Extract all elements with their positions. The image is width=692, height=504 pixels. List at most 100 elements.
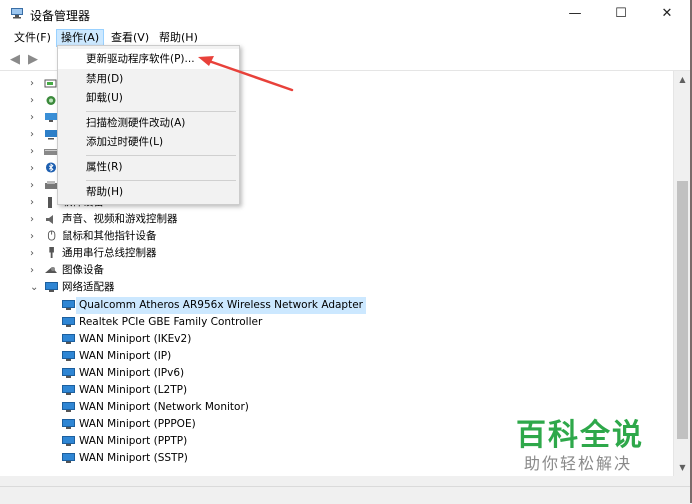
adapter-label: WAN Miniport (IP) [79, 350, 172, 362]
network-adapter-icon [45, 282, 58, 292]
adapter-row-wan-sstp[interactable]: WAN Miniport (SSTP) [0, 450, 400, 467]
tree-row-collapsed-3[interactable]: › [0, 109, 60, 126]
menu-item-label: 帮助(H) [86, 186, 124, 198]
adapter-label: Qualcomm Atheros AR956x Wireless Network… [76, 297, 366, 314]
tree-row-imaging[interactable]: › 图像设备 [0, 262, 300, 279]
biometric-icon [46, 96, 56, 105]
watermark-subtitle: 助你轻松解决 [524, 454, 633, 473]
adapter-label: WAN Miniport (SSTP) [79, 452, 188, 464]
category-label: 图像设备 [62, 264, 104, 276]
adapter-row-realtek[interactable]: Realtek PCIe GBE Family Controller [0, 314, 400, 331]
horizontal-scrollbar[interactable] [0, 476, 692, 486]
menu-item-label: 属性(R) [86, 161, 123, 173]
tree-row-collapsed-6[interactable]: › [0, 160, 60, 177]
menu-add-legacy[interactable]: 添加过时硬件(L) [58, 132, 239, 152]
menu-view[interactable]: 查看(V) [107, 30, 153, 46]
usb-icon [49, 247, 54, 258]
menu-uninstall[interactable]: 卸载(U) [58, 88, 239, 108]
keyboard-icon [44, 149, 58, 155]
adapter-row-wan-pppoe[interactable]: WAN Miniport (PPPOE) [0, 416, 400, 433]
chevron-right-icon[interactable]: › [30, 228, 40, 245]
menu-properties[interactable]: 属性(R) [58, 157, 239, 177]
menu-update-driver[interactable]: 更新驱动程序软件(P)... [58, 49, 239, 69]
network-adapter-icon [62, 385, 75, 395]
chevron-right-icon[interactable]: › [30, 211, 40, 228]
vertical-scrollbar[interactable]: ▲ ▼ [673, 71, 691, 476]
adapter-row-wan-ip[interactable]: WAN Miniport (IP) [0, 348, 400, 365]
tree-row-collapsed-2[interactable]: › [0, 92, 60, 109]
chevron-right-icon[interactable]: › [30, 92, 40, 109]
maximize-button[interactable]: ☐ [598, 0, 644, 28]
category-label: 声音、视频和游戏控制器 [62, 213, 178, 225]
software-device-icon [48, 197, 52, 208]
mouse-icon [47, 230, 56, 241]
adapter-row-qualcomm[interactable]: Qualcomm Atheros AR956x Wireless Network… [0, 297, 400, 314]
tree-row-collapsed-7[interactable]: › [0, 177, 60, 194]
chevron-right-icon[interactable]: › [30, 160, 40, 177]
scroll-down-arrow-icon[interactable]: ▼ [674, 459, 691, 476]
menu-separator [86, 155, 236, 156]
network-adapter-icon [62, 351, 75, 361]
tree-row-collapsed-5[interactable]: › [0, 143, 60, 160]
forward-arrow-icon[interactable]: ▶ [28, 52, 38, 67]
chevron-right-icon[interactable]: › [30, 109, 40, 126]
network-adapter-icon [62, 317, 75, 327]
printer-icon [45, 181, 57, 189]
tree-row-usb[interactable]: › 通用串行总线控制器 [0, 245, 300, 262]
chevron-right-icon[interactable]: › [30, 245, 40, 262]
status-bar [0, 486, 692, 504]
category-label: 网络适配器 [62, 281, 115, 293]
adapter-row-wan-pptp[interactable]: WAN Miniport (PPTP) [0, 433, 400, 450]
batteries-icon [44, 79, 57, 88]
adapter-row-wan-ipv6[interactable]: WAN Miniport (IPv6) [0, 365, 400, 382]
chevron-right-icon[interactable]: › [30, 75, 40, 92]
adapter-row-wan-l2tp[interactable]: WAN Miniport (L2TP) [0, 382, 400, 399]
adapter-label: WAN Miniport (IPv6) [79, 367, 185, 379]
network-adapter-icon [62, 419, 75, 429]
watermark-title: 百科全说 [516, 418, 644, 453]
tree-row-mice[interactable]: › 鼠标和其他指针设备 [0, 228, 300, 245]
bluetooth-icon [45, 162, 57, 173]
chevron-right-icon[interactable]: › [30, 194, 40, 211]
menu-item-label: 扫描检测硬件改动(A) [86, 117, 186, 129]
tree-row-collapsed-4[interactable]: › [0, 126, 60, 143]
menu-separator [86, 180, 236, 181]
category-label: 通用串行总线控制器 [62, 247, 157, 259]
adapter-label: WAN Miniport (Network Monitor) [79, 401, 249, 413]
menu-file[interactable]: 文件(F) [10, 30, 55, 46]
back-arrow-icon[interactable]: ◀ [10, 52, 20, 67]
menu-item-label: 卸载(U) [86, 92, 123, 104]
scrollbar-thumb[interactable] [677, 181, 688, 439]
adapter-label: WAN Miniport (IKEv2) [79, 333, 192, 345]
tree-row-network-adapters[interactable]: ⌄ 网络适配器 [0, 279, 300, 296]
adapter-row-wan-netmon[interactable]: WAN Miniport (Network Monitor) [0, 399, 400, 416]
adapter-row-wan-ikev2[interactable]: WAN Miniport (IKEv2) [0, 331, 400, 348]
menu-help[interactable]: 帮助(H) [155, 30, 202, 46]
chevron-right-icon[interactable]: › [30, 143, 40, 160]
menu-item-label: 禁用(D) [86, 73, 124, 85]
action-dropdown-menu: 更新驱动程序软件(P)... 禁用(D) 卸载(U) 扫描检测硬件改动(A) 添… [57, 45, 240, 205]
window-title: 设备管理器 [30, 9, 91, 23]
menu-item-label: 更新驱动程序软件(P)... [86, 53, 195, 65]
tree-row-sound-video[interactable]: › 声音、视频和游戏控制器 [0, 211, 300, 228]
network-adapter-icon [62, 453, 75, 463]
adapter-label: WAN Miniport (PPPOE) [79, 418, 196, 430]
menu-disable[interactable]: 禁用(D) [58, 69, 239, 89]
scroll-up-arrow-icon[interactable]: ▲ [674, 71, 691, 88]
minimize-button[interactable]: — [552, 0, 598, 28]
chevron-right-icon[interactable]: › [30, 262, 40, 279]
adapter-label: WAN Miniport (PPTP) [79, 435, 188, 447]
tree-row-collapsed-1[interactable]: › [0, 75, 60, 92]
computer-icon [45, 113, 57, 122]
network-adapter-icon [62, 334, 75, 344]
chevron-right-icon[interactable]: › [30, 177, 40, 194]
close-button[interactable]: ✕ [644, 0, 690, 28]
menu-help-item[interactable]: 帮助(H) [58, 182, 239, 202]
menu-scan-hardware[interactable]: 扫描检测硬件改动(A) [58, 113, 239, 133]
chevron-down-icon[interactable]: ⌄ [30, 279, 40, 296]
device-manager-icon [11, 8, 23, 19]
network-adapter-icon [62, 436, 75, 446]
speaker-icon [46, 215, 53, 224]
chevron-right-icon[interactable]: › [30, 126, 40, 143]
monitor-icon [45, 130, 57, 140]
